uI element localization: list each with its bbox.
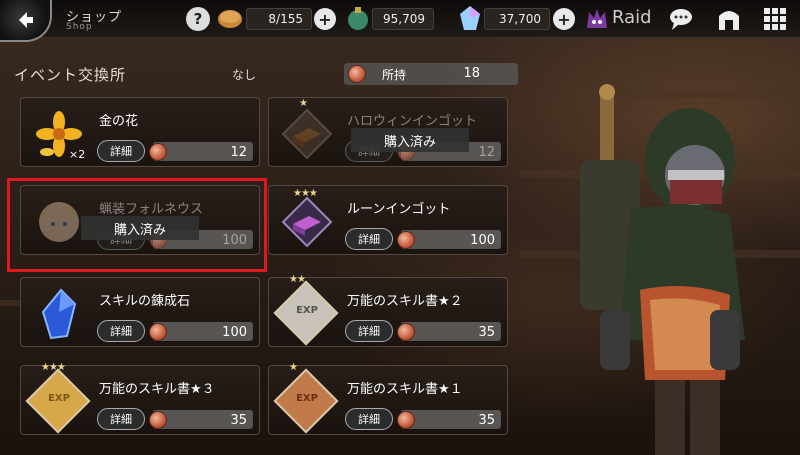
- item-name: ハロウィンインゴット: [347, 114, 478, 129]
- raid-monster-icon[interactable]: [584, 6, 610, 32]
- add-gems-button[interactable]: +: [553, 8, 575, 30]
- item-cost: 100: [470, 233, 495, 248]
- detail-button[interactable]: 詳細: [345, 320, 393, 342]
- item-quantity: ×2: [69, 148, 86, 161]
- event-coin-icon: [149, 323, 167, 341]
- owned-currency-box: [344, 63, 518, 85]
- item-name: 万能のスキル書★３: [99, 382, 215, 397]
- selection-highlight-frame: [7, 178, 267, 272]
- shop-item-card[interactable]: ★★★ ルーンインゴット 詳細 100: [268, 185, 508, 255]
- event-coin-icon: [397, 231, 415, 249]
- raid-button[interactable]: Raid: [612, 7, 652, 28]
- gem-counter: 37,700: [484, 8, 550, 30]
- item-cost: 35: [230, 413, 247, 428]
- crystal-icon: [460, 6, 480, 30]
- detail-button[interactable]: 詳細: [345, 228, 393, 250]
- item-name: 万能のスキル書★２: [347, 294, 463, 309]
- item-name: スキルの錬成石: [99, 294, 191, 309]
- blue-crystal-icon: [41, 288, 77, 340]
- stamina-counter: 8/155: [246, 8, 312, 30]
- chat-icon[interactable]: [668, 6, 694, 32]
- shop-item-card[interactable]: ★ EXP 万能のスキル書★１ 詳細 35: [268, 362, 508, 435]
- item-cost: 35: [478, 413, 495, 428]
- exp-label: EXP: [296, 305, 318, 316]
- shop-item-card[interactable]: スキルの錬成石 詳細 100: [20, 277, 260, 347]
- arrow-left-icon: [19, 12, 33, 28]
- detail-button[interactable]: 詳細: [345, 408, 393, 430]
- exchange-title: イベント交換所: [14, 66, 127, 84]
- exp-label: EXP: [296, 393, 318, 404]
- exp-label: EXP: [48, 393, 70, 404]
- bronze-ingot-icon: [281, 108, 333, 160]
- menu-grid-icon[interactable]: [762, 6, 788, 32]
- add-stamina-button[interactable]: +: [314, 8, 336, 30]
- shop-item-card[interactable]: ★★ EXP 万能のスキル書★２ 詳細 35: [268, 274, 508, 347]
- event-coin-icon: [149, 411, 167, 429]
- gold-counter: 95,709: [372, 8, 434, 30]
- exchange-condition: なし: [232, 68, 257, 82]
- shopkeeper-character: [580, 84, 745, 455]
- help-button[interactable]: ?: [186, 7, 210, 31]
- rarity-stars: ★: [289, 362, 298, 373]
- event-coin-icon: [149, 143, 167, 161]
- page-subtitle: Shop: [66, 22, 93, 32]
- item-name: ルーンインゴット: [347, 202, 451, 217]
- home-gate-icon[interactable]: [716, 6, 742, 32]
- bread-icon: [218, 10, 242, 28]
- money-bag-icon: [348, 7, 368, 30]
- item-name: 万能のスキル書★１: [347, 382, 463, 397]
- shop-item-card[interactable]: ×2 金の花 詳細 12: [20, 97, 260, 167]
- rune-ingot-icon: [281, 196, 333, 248]
- purchased-label: 購入済み: [351, 128, 469, 152]
- shop-item-card[interactable]: ★ ハロウィンインゴット 詳細 12 購入済み: [268, 97, 508, 167]
- item-cost: 100: [222, 325, 247, 340]
- owned-value: 18: [463, 66, 480, 81]
- detail-button[interactable]: 詳細: [97, 140, 145, 162]
- event-coin-icon: [397, 411, 415, 429]
- item-name: 金の花: [99, 114, 139, 129]
- owned-label: 所持: [382, 68, 407, 82]
- event-coin-icon: [397, 323, 415, 341]
- item-cost: 35: [478, 325, 495, 340]
- event-coin-icon: [348, 65, 366, 83]
- item-cost: 12: [230, 145, 247, 160]
- detail-button[interactable]: 詳細: [97, 408, 145, 430]
- detail-button[interactable]: 詳細: [97, 320, 145, 342]
- shop-item-card[interactable]: ★★★ EXP 万能のスキル書★３ 詳細 35: [20, 362, 260, 435]
